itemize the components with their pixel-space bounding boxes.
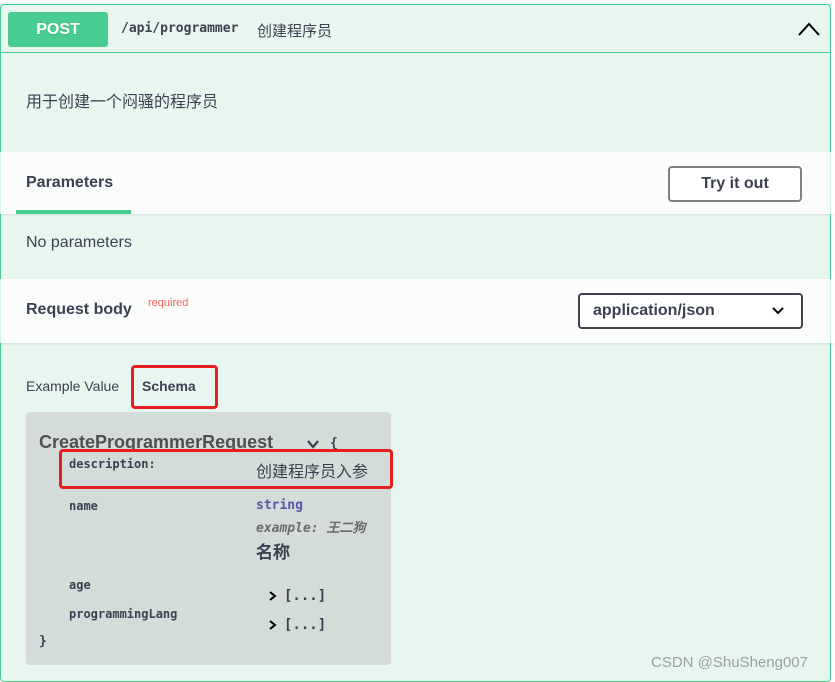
example-value: 王二狗 — [326, 521, 366, 536]
tab-parameters[interactable]: Parameters — [26, 174, 113, 192]
chevron-right-icon — [269, 620, 277, 630]
chevron-down-icon — [772, 307, 784, 315]
operation-description: 用于创建一个闷骚的程序员 — [26, 94, 219, 111]
prop-programminglang-expander[interactable]: [...] — [266, 617, 326, 633]
chevron-up-icon[interactable] — [796, 17, 822, 41]
prop-name-type: string — [256, 498, 303, 513]
no-parameters-text: No parameters — [26, 234, 132, 251]
prop-name-description: 名称 — [256, 543, 290, 562]
collapsed-array: [...] — [284, 617, 327, 633]
prop-name-key: name — [69, 499, 98, 513]
operation-summary-text: 创建程序员 — [257, 23, 333, 40]
operation-summary[interactable]: POST /api/programmer 创建程序员 — [1, 5, 830, 53]
parameters-header: Parameters Try it out — [0, 152, 835, 214]
request-body-title: Request body — [26, 301, 132, 318]
prop-age-key: age — [69, 578, 91, 592]
prop-programminglang-key: programmingLang — [69, 607, 178, 621]
required-label: required — [148, 297, 189, 309]
prop-name-example: example: 王二狗 — [256, 517, 365, 536]
chevron-right-icon — [269, 591, 277, 601]
operation-path: /api/programmer — [121, 21, 239, 36]
schema-tab-highlight — [131, 365, 218, 409]
collapsed-array: [...] — [284, 588, 327, 604]
description-highlight — [59, 449, 393, 489]
prop-age-expander[interactable]: [...] — [266, 588, 326, 604]
try-it-out-button[interactable]: Try it out — [668, 166, 802, 202]
content-type-value: application/json — [593, 302, 715, 319]
watermark: CSDN @ShuSheng007 — [651, 654, 808, 671]
request-body-header: Request body required application/json — [0, 279, 835, 343]
content-type-select[interactable]: application/json — [578, 293, 803, 329]
brace-close: } — [39, 634, 47, 649]
example-label: example: — [256, 521, 319, 536]
tab-example-value[interactable]: Example Value — [26, 378, 119, 394]
tab-active-indicator — [16, 210, 131, 214]
method-badge: POST — [8, 12, 108, 47]
